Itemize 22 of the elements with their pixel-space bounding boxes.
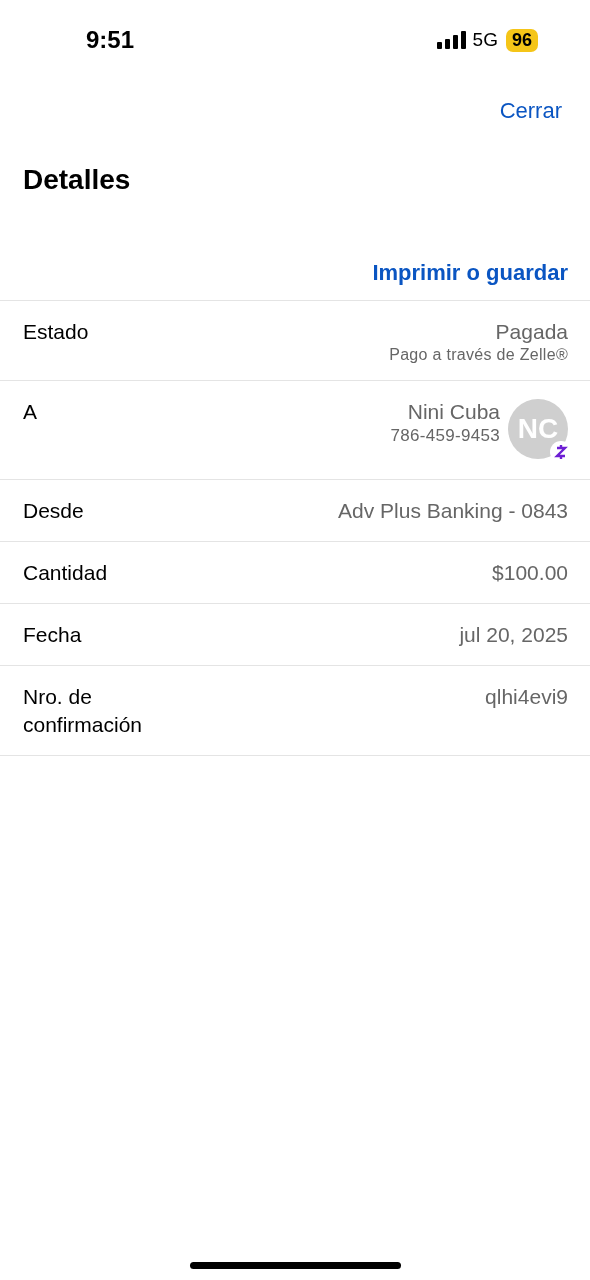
network-label: 5G <box>472 29 498 51</box>
row-label: A <box>23 399 38 425</box>
status-time: 9:51 <box>86 26 135 54</box>
battery-level: 96 <box>505 28 538 52</box>
row-label: Fecha <box>23 622 83 648</box>
row-value: Nini Cuba <box>407 399 500 425</box>
row-value: $100.00 <box>492 560 568 586</box>
home-indicator[interactable] <box>190 1262 401 1269</box>
row-label: Desde <box>23 498 85 524</box>
row-value: qlhi4evi9 <box>485 684 568 710</box>
row-label: Cantidad <box>23 560 109 586</box>
signal-icon <box>436 31 467 49</box>
row-label: Nro. de confirmación <box>23 684 144 738</box>
row-label: Estado <box>23 319 90 345</box>
page-title: Detalles <box>23 164 132 196</box>
payment-method: Pago a través de Zelle® <box>389 346 568 364</box>
row-value: Pagada <box>495 319 568 345</box>
close-button[interactable]: Cerrar <box>499 98 562 124</box>
row-value: Adv Plus Banking - 0843 <box>338 498 568 524</box>
phone-number: 786-459-9453 <box>390 426 500 446</box>
row-value: jul 20, 2025 <box>459 622 568 648</box>
print-or-save-link[interactable]: Imprimir o guardar <box>372 260 568 286</box>
